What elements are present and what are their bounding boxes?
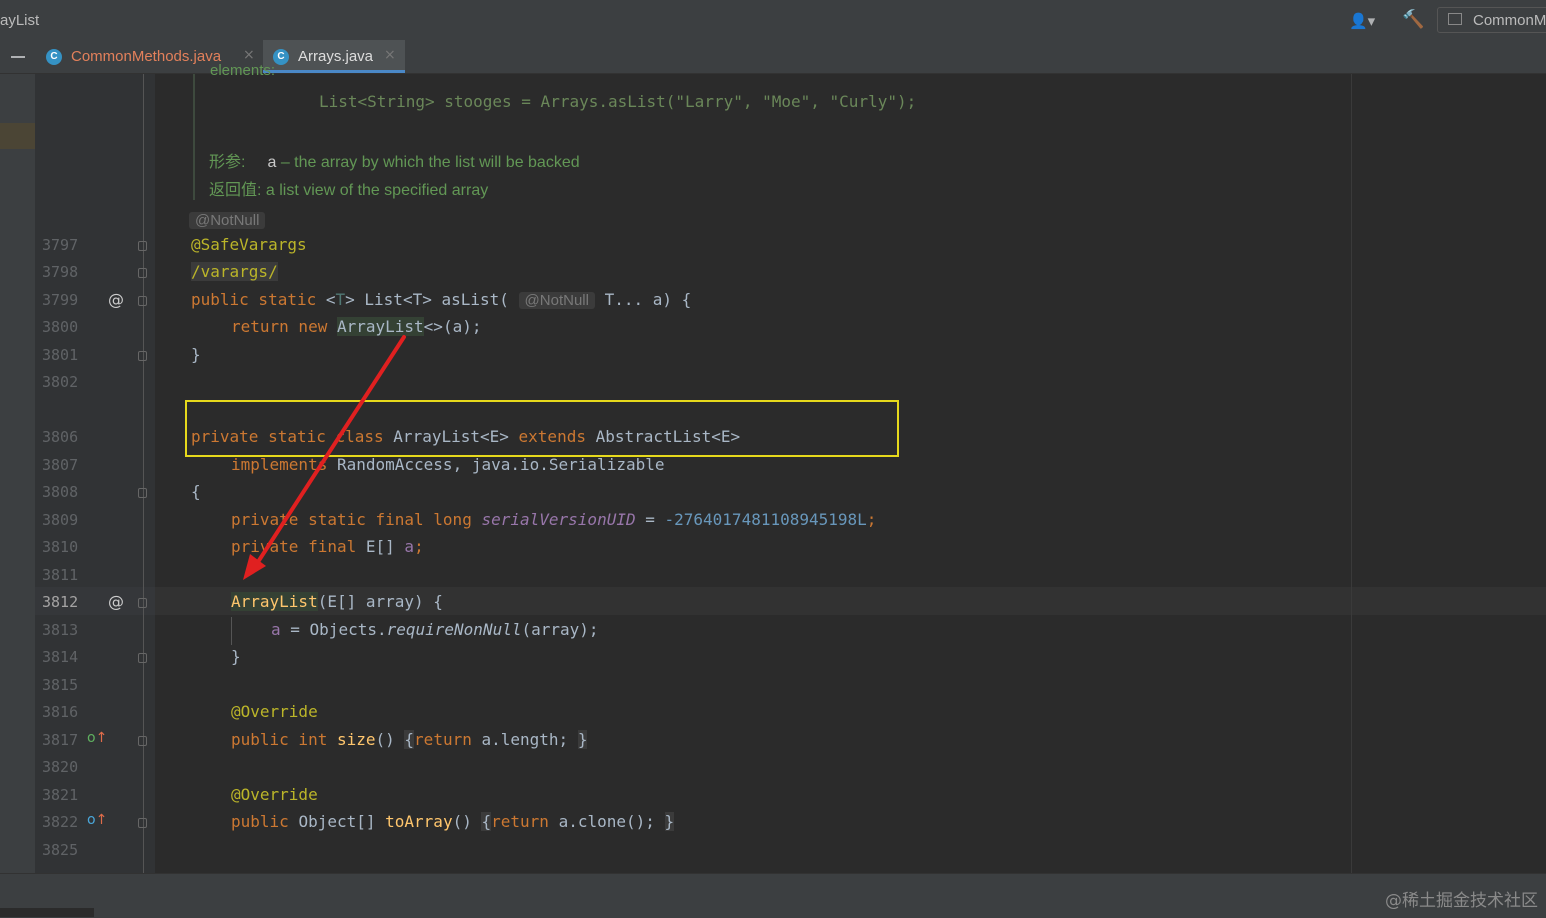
line-number: 3813 [42,621,79,639]
line-number: 3799 [42,291,79,309]
fold-marker[interactable] [138,296,147,306]
minimize-icon[interactable] [11,56,25,58]
status-progress-area [0,908,94,917]
param-name: a [267,154,277,171]
fold-guide [143,74,144,873]
javadoc-example-code: List<String> stooges = Arrays.asList("La… [319,92,917,111]
line-number: 3815 [42,676,79,694]
line-number: 3822 [42,813,79,831]
javadoc-bar [193,74,195,200]
code-line-3809: private static final long serialVersionU… [231,510,877,529]
java-class-icon: C [46,49,62,65]
code-line-3807: implements RandomAccess, java.io.Seriali… [231,455,665,474]
run-config-label: CommonM [1473,12,1546,29]
line-number: 3809 [42,511,79,529]
line-number: 3821 [42,786,79,804]
fold-marker[interactable] [138,351,147,361]
code-line-3821: @Override [231,785,318,804]
fold-marker[interactable] [138,268,147,278]
override-up-arrow-icon[interactable]: o↑ [87,812,107,828]
code-line-3816: @Override [231,702,318,721]
override-up-arrow-icon[interactable]: o↑ [87,730,107,746]
javadoc-return: 返回值: a list view of the specified array [209,176,488,200]
return-label: 返回值: [209,182,262,199]
code-line-3800: return new ArrayList<>(a); [231,317,482,336]
line-number: 3808 [42,483,79,501]
bookmark-marker[interactable] [0,123,35,149]
line-number: 3811 [42,566,79,584]
line-number: 3802 [42,373,79,391]
javadoc-param: 形参: a – the array by which the list will … [209,148,580,172]
fold-marker[interactable] [138,818,147,828]
line-number: 3816 [42,703,79,721]
fold-marker[interactable] [138,598,147,608]
line-number: 3825 [42,841,79,859]
code-line-3813: a = Objects.requireNonNull(array); [271,620,599,639]
annotation-highlight-box [185,400,899,457]
run-configuration-selector[interactable]: CommonM [1437,7,1546,33]
code-line-3798: /varargs/ [191,262,278,281]
line-number: 3800 [42,318,79,336]
line-number: 3810 [42,538,79,556]
window-title: ayList [0,12,40,29]
code-line-3814: } [231,647,241,666]
fold-marker[interactable] [138,736,147,746]
param-label: 形参: [209,154,246,171]
user-dropdown-icon[interactable]: 👤▾ [1349,12,1375,30]
close-icon[interactable]: × [243,47,255,63]
override-marker-icon[interactable]: @ [108,592,124,611]
line-number: 3817 [42,731,79,749]
right-margin-guide [1351,74,1352,873]
run-config-icon [1448,13,1462,25]
code-line-3797: @SafeVarargs [191,235,307,254]
line-number: 3801 [42,346,79,364]
status-bar [0,873,1546,918]
javadoc-cut-text: elements: [210,62,276,79]
notnull-inlay-hint: @NotNull [189,210,266,229]
line-number: 3806 [42,428,79,446]
line-number: 3820 [42,758,79,776]
line-number: 3807 [42,456,79,474]
fold-marker[interactable] [138,653,147,663]
close-icon[interactable]: × [384,47,396,63]
indent-guide [231,617,232,645]
return-desc: a list view of the specified array [265,182,489,199]
param-desc: – the array by which the list will be ba… [280,154,580,171]
code-line-3812: ArrayList(E[] array) { [231,592,443,611]
java-class-icon: C [273,49,289,65]
code-line-3817: public int size() {return a.length; } [231,730,588,749]
line-number: 3798 [42,263,79,281]
tab-label: Arrays.java [298,48,374,65]
line-number: 3814 [42,648,79,666]
code-line-3810: private final E[] a; [231,537,424,556]
left-tool-strip [0,74,35,873]
line-number: 3812 [42,593,79,611]
hammer-icon[interactable]: 🔨 [1402,9,1424,30]
code-line-3801: } [191,345,201,364]
title-bar: ayList 👤▾ 🔨 CommonM [0,0,1546,41]
tab-label: CommonMethods.java [71,48,222,65]
tab-arrays[interactable]: C Arrays.java × [263,40,405,73]
fold-marker[interactable] [138,241,147,251]
code-line-3808: { [191,482,201,501]
line-number: 3797 [42,236,79,254]
override-marker-icon[interactable]: @ [108,290,124,309]
watermark: @稀土掘金技术社区 [1385,891,1538,911]
code-line-3822: public Object[] toArray() {return a.clon… [231,812,675,831]
code-line-3799: public static <T> List<T> asList( @NotNu… [191,290,692,309]
fold-marker[interactable] [138,488,147,498]
